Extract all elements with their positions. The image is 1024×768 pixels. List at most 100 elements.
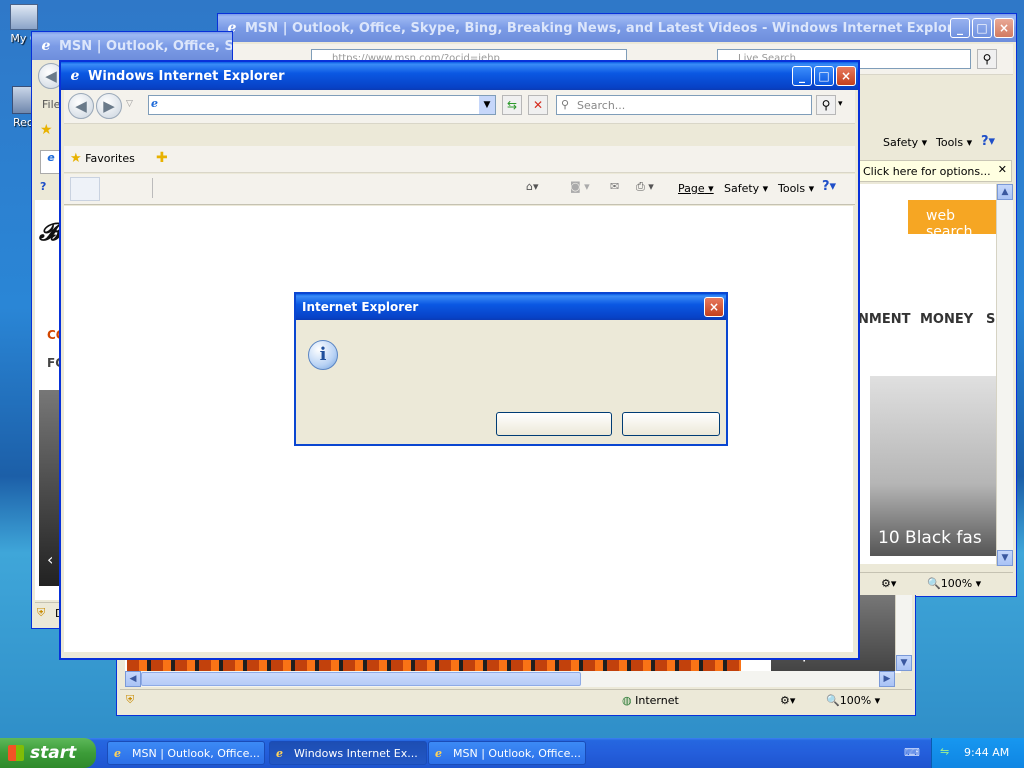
page-menu[interactable]: Page ▾ (678, 182, 714, 195)
scroll-thumb[interactable] (141, 672, 581, 686)
zoom-control[interactable]: 🔍100% ▾ (826, 694, 880, 707)
status-bar: ⛨ ◍ Internet ⚙▾ 🔍100% ▾ (120, 689, 912, 712)
window-titlebar[interactable]: e MSN | Outlook, Office, Skype, Bing, Br… (218, 14, 1016, 42)
safety-menu[interactable]: Safety ▾ (724, 182, 768, 195)
close-button[interactable]: × (994, 18, 1014, 38)
tab-separator (152, 178, 153, 198)
search-icon: ⚲ (821, 98, 831, 112)
search-options-icon[interactable]: ▾ (838, 99, 843, 109)
network-icon[interactable]: ⇋ (940, 745, 949, 758)
taskbar-item[interactable]: e Windows Internet Ex... (269, 741, 427, 765)
ie-icon: e (435, 746, 442, 760)
zoom-control[interactable]: 🔍100% ▾ (927, 577, 981, 590)
feeds-icon[interactable]: ◙ ▾ (570, 180, 590, 193)
windows-logo-icon (8, 745, 24, 761)
alert-dialog[interactable]: Internet Explorer × i (294, 292, 728, 446)
scroll-down-arrow[interactable]: ▼ (997, 550, 1013, 566)
warning-shield-icon[interactable]: ⛨ (126, 693, 134, 707)
vertical-scrollbar[interactable]: ▲ ▼ (996, 184, 1013, 566)
tools-menu[interactable]: Tools ▾ (936, 136, 972, 149)
taskbar-item[interactable]: e MSN | Outlook, Office... (107, 741, 265, 765)
forward-button[interactable]: ▶ (96, 93, 122, 119)
safety-menu[interactable]: Safety ▾ (883, 136, 927, 149)
help-icon[interactable]: ? (40, 180, 46, 193)
refresh-button[interactable]: ⇆ (502, 95, 522, 115)
start-label: start (30, 743, 77, 763)
search-button[interactable]: ⚲ (977, 49, 997, 69)
window-title: MSN | Outlook, Office, Sky (59, 38, 232, 54)
search-input[interactable]: ⚲ Search... (556, 95, 812, 115)
address-bar[interactable]: e ▼ (148, 95, 496, 115)
horizontal-scrollbar[interactable]: ◀ ▶ (125, 671, 895, 687)
file-menu[interactable]: File (42, 98, 60, 111)
vertical-scrollbar[interactable]: ▼ (895, 595, 912, 671)
carousel-prev-icon[interactable]: ‹ (47, 550, 53, 569)
scroll-up-arrow[interactable]: ▲ (997, 184, 1013, 200)
maximize-button[interactable]: □ (972, 18, 992, 38)
close-button[interactable]: × (836, 66, 856, 86)
search-icon: ⚲ (982, 52, 992, 66)
globe-icon: ◍ (622, 694, 632, 707)
web-search-button[interactable]: web search (908, 200, 996, 240)
add-favorite-icon[interactable]: ✚ (156, 150, 168, 166)
msn-logo-icon: 𝓑 (39, 218, 61, 246)
back-button[interactable]: ◀ (68, 93, 94, 119)
favorites-bar: ★ Favorites ✚ (64, 146, 855, 173)
keyboard-icon[interactable]: ⌨ (904, 746, 920, 759)
nav-link-money[interactable]: MONEY (920, 312, 973, 327)
print-icon[interactable]: ⎙ ▾ (636, 180, 654, 194)
scroll-left-arrow[interactable]: ◀ (125, 671, 141, 687)
search-button[interactable]: ⚲ (816, 95, 836, 115)
dialog-title: Internet Explorer (302, 300, 419, 314)
scroll-down-arrow[interactable]: ▼ (896, 655, 912, 671)
computer-icon (10, 4, 38, 30)
clock[interactable]: 9:44 AM (964, 746, 1009, 759)
command-bar: ⌂▾ ◙ ▾ ✉ ⎙ ▾ Page ▾ Safety ▾ Tools ▾ ?▾ (64, 174, 855, 205)
favorites-button[interactable]: ★ Favorites (70, 151, 135, 166)
ie-icon: e (70, 68, 80, 84)
desktop-icon-label: Rec (13, 116, 33, 129)
ok-button[interactable] (496, 412, 612, 436)
dialog-titlebar[interactable]: Internet Explorer × (296, 294, 726, 320)
stop-button[interactable]: ✕ (528, 95, 548, 115)
window-titlebar[interactable]: e Windows Internet Explorer _ □ × (61, 62, 858, 90)
recent-pages-dropdown-icon[interactable]: ▽ (126, 99, 133, 109)
start-button[interactable]: start (0, 738, 96, 768)
minimize-button[interactable]: _ (950, 18, 970, 38)
help-icon[interactable]: ?▾ (822, 179, 836, 194)
help-icon[interactable]: ?▾ (981, 134, 995, 149)
address-dropdown-icon[interactable]: ▼ (479, 96, 495, 114)
ie-icon: e (41, 38, 51, 54)
news-card[interactable]: 10 Black fas (870, 376, 996, 556)
tools-menu[interactable]: Tools ▾ (778, 182, 814, 195)
protected-mode-icon[interactable]: ⚙▾ (881, 577, 896, 590)
nav-link-entertainment[interactable]: NMENT (858, 312, 910, 327)
cancel-button[interactable] (622, 412, 720, 436)
nav-link-more[interactable]: S (986, 312, 995, 327)
page-content: web search NMENT MONEY S 10 Black fas (858, 184, 996, 564)
new-tab-button[interactable] (70, 177, 100, 201)
window-titlebar[interactable]: e MSN | Outlook, Office, Sky (32, 32, 232, 60)
favorites-star-icon[interactable]: ★ (40, 122, 53, 138)
scroll-right-arrow[interactable]: ▶ (879, 671, 895, 687)
search-placeholder: Search... (577, 99, 626, 112)
news-card-caption: 10 Black fas (878, 528, 982, 548)
navigation-bar: ◀ ▶ ▽ e ▼ ⇆ ✕ ⚲ Search... ⚲ ▾ (64, 90, 855, 124)
close-button[interactable]: × (704, 297, 724, 317)
protected-mode-icon[interactable]: ⚙▾ (780, 694, 795, 707)
system-tray: ⇋ 9:44 AM (931, 738, 1024, 768)
home-icon[interactable]: ⌂▾ (526, 180, 539, 193)
favorites-star-icon: ★ (70, 151, 82, 166)
info-bar-text: Click here for options... (863, 165, 991, 178)
window-title: MSN | Outlook, Office, Skype, Bing, Brea… (245, 20, 950, 36)
maximize-button[interactable]: □ (814, 66, 834, 86)
close-icon[interactable]: ✕ (998, 163, 1007, 176)
page-ie-icon: e (151, 97, 158, 110)
zone-indicator[interactable]: ◍ Internet (622, 694, 679, 707)
menu-bar-area (64, 124, 855, 144)
minimize-button[interactable]: _ (792, 66, 812, 86)
info-bar[interactable]: Click here for options... ✕ (858, 160, 1012, 182)
warning-shield-icon[interactable]: ⛨ (37, 606, 45, 620)
mail-icon[interactable]: ✉ (610, 180, 619, 193)
taskbar-item[interactable]: e MSN | Outlook, Office... (428, 741, 586, 765)
